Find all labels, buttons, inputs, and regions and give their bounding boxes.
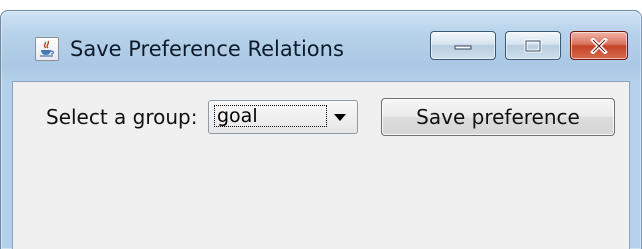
close-button[interactable] <box>570 31 628 60</box>
group-select-value: goal <box>214 105 327 127</box>
save-preference-relations-window: Save Preference Relations Select a group… <box>0 10 642 249</box>
window-content: Select a group: goal Save preference <box>12 81 630 249</box>
chevron-down-icon[interactable] <box>333 113 347 122</box>
save-preference-button[interactable]: Save preference <box>381 98 615 136</box>
window-caption-buttons <box>422 31 628 62</box>
java-app-icon[interactable] <box>35 37 59 61</box>
group-label: Select a group: <box>46 105 198 129</box>
maximize-button[interactable] <box>505 31 561 60</box>
minimize-icon <box>454 45 472 49</box>
close-icon <box>590 37 608 54</box>
group-select[interactable]: goal <box>208 100 358 134</box>
maximize-icon <box>524 39 542 52</box>
minimize-button[interactable] <box>430 31 496 60</box>
window-title: Save Preference Relations <box>70 37 344 61</box>
window-titlebar[interactable]: Save Preference Relations <box>1 11 641 81</box>
